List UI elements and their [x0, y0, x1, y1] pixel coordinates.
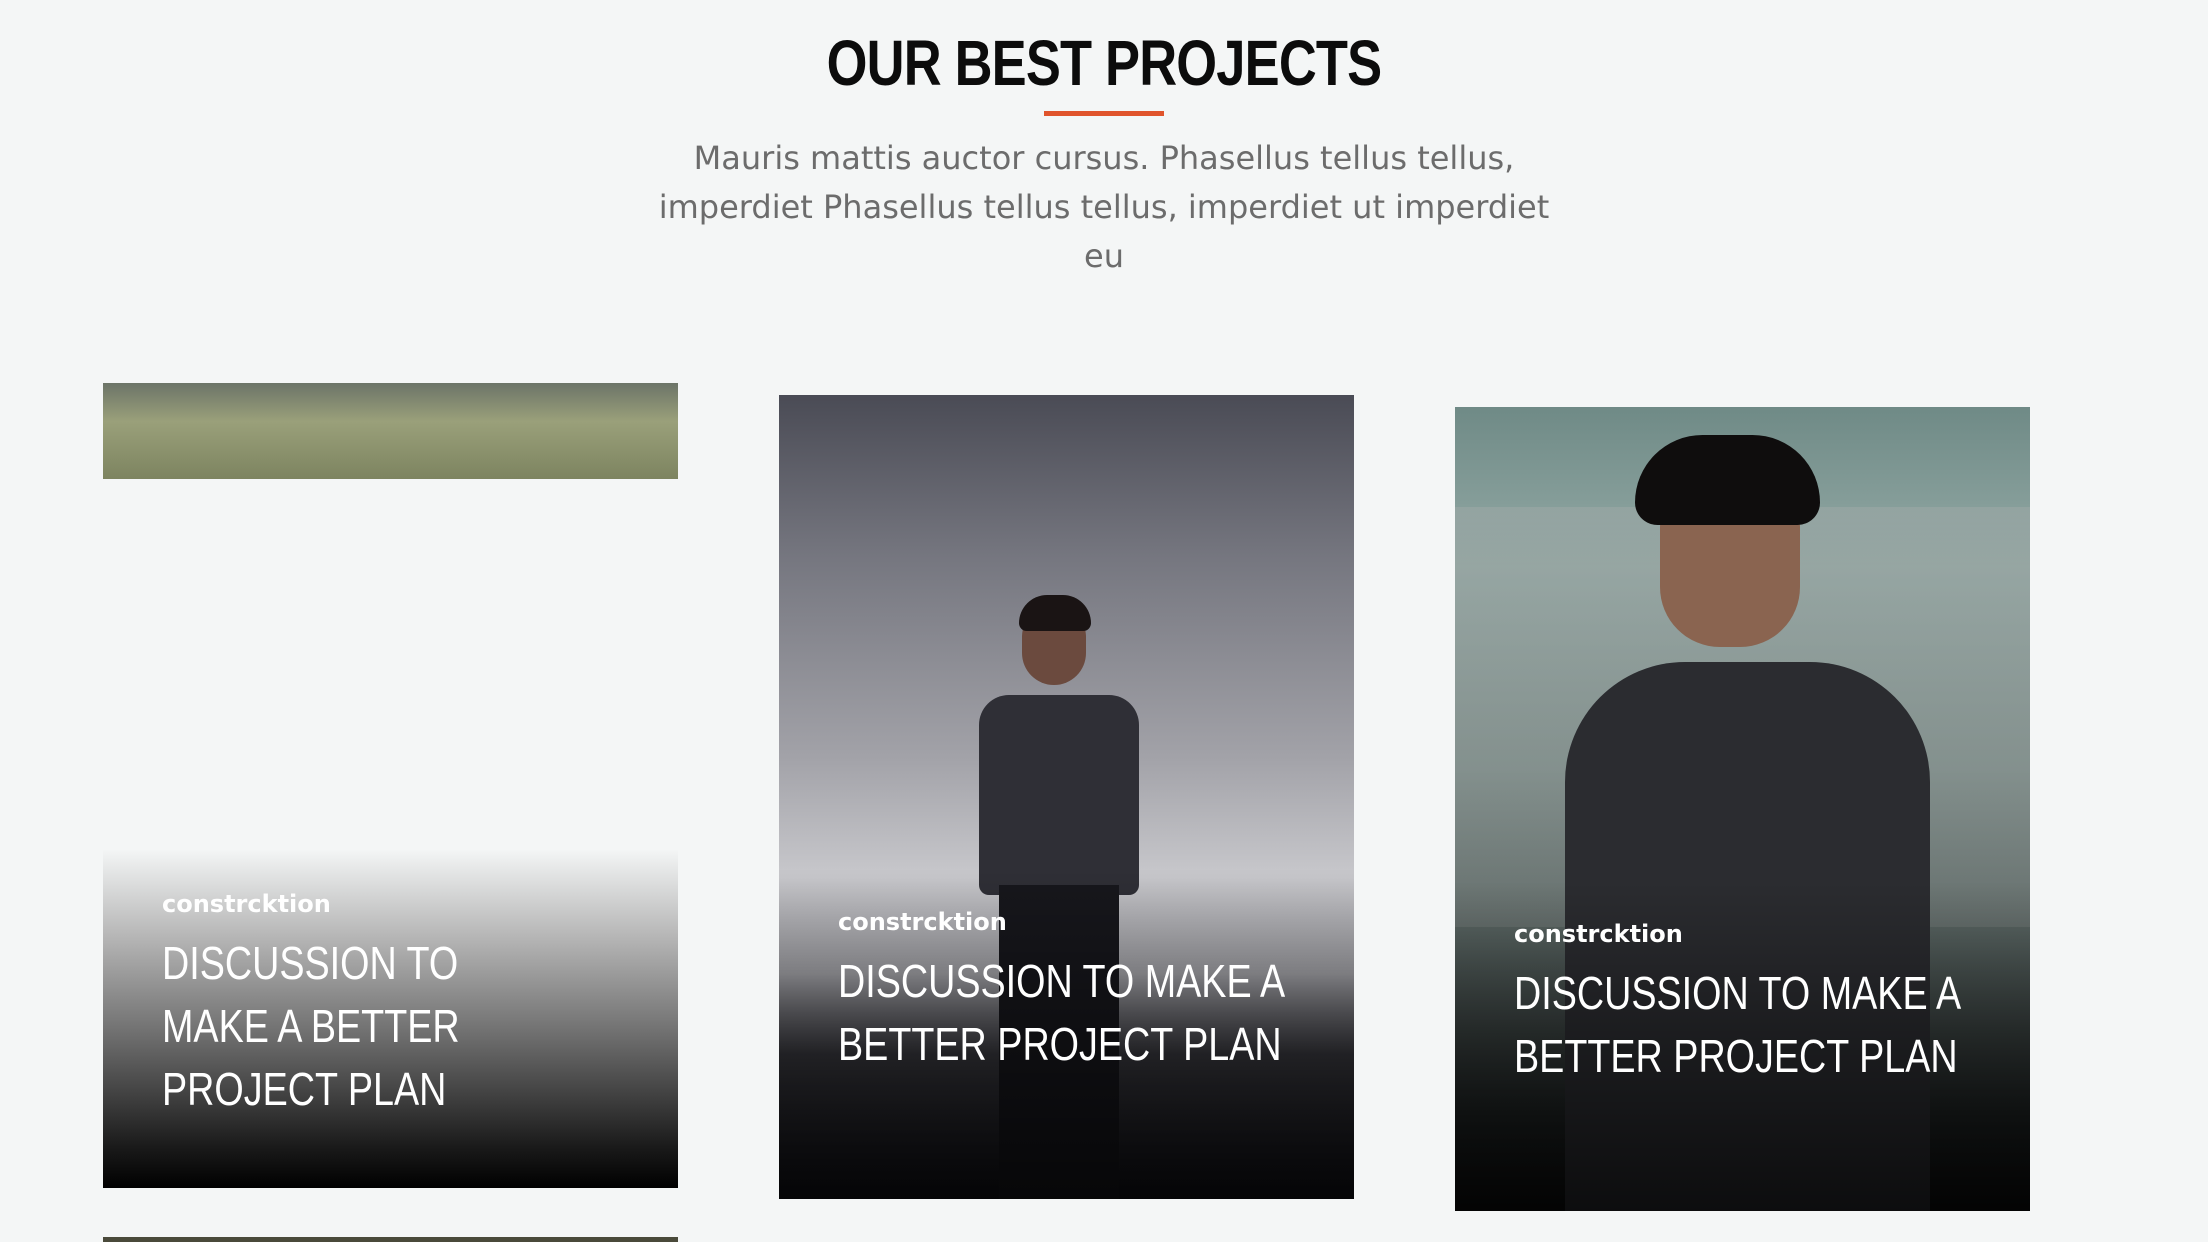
next-card-edge: [103, 1237, 678, 1242]
section-title: OUR BEST PROJECTS: [826, 27, 1382, 99]
project-card-2[interactable]: constrcktion DISCUSSION TO MAKE A BETTER…: [779, 395, 1354, 1199]
project-caption: constrcktion DISCUSSION TO MAKE A BETTER…: [1514, 918, 2018, 1088]
project-title[interactable]: DISCUSSION TO MAKE A BETTER PROJECT PLAN: [162, 932, 575, 1121]
project-card-1[interactable]: constrcktion DISCUSSION TO MAKE A BETTER…: [103, 383, 678, 1188]
project-title[interactable]: DISCUSSION TO MAKE A BETTER PROJECT PLAN: [1514, 962, 2018, 1088]
project-card-3[interactable]: constrcktion DISCUSSION TO MAKE A BETTER…: [1455, 407, 2030, 1211]
title-underline: [1044, 111, 1164, 116]
section-subtitle: Mauris mattis auctor cursus. Phasellus t…: [658, 139, 1550, 275]
project-image-trees: [103, 383, 678, 479]
project-caption: constrcktion DISCUSSION TO MAKE A BETTER…: [162, 888, 666, 1121]
project-category[interactable]: constrcktion: [838, 906, 1342, 938]
project-category[interactable]: constrcktion: [162, 888, 666, 920]
project-title[interactable]: DISCUSSION TO MAKE A BETTER PROJECT PLAN: [838, 950, 1342, 1076]
project-category[interactable]: constrcktion: [1514, 918, 2018, 950]
project-caption: constrcktion DISCUSSION TO MAKE A BETTER…: [838, 906, 1342, 1076]
